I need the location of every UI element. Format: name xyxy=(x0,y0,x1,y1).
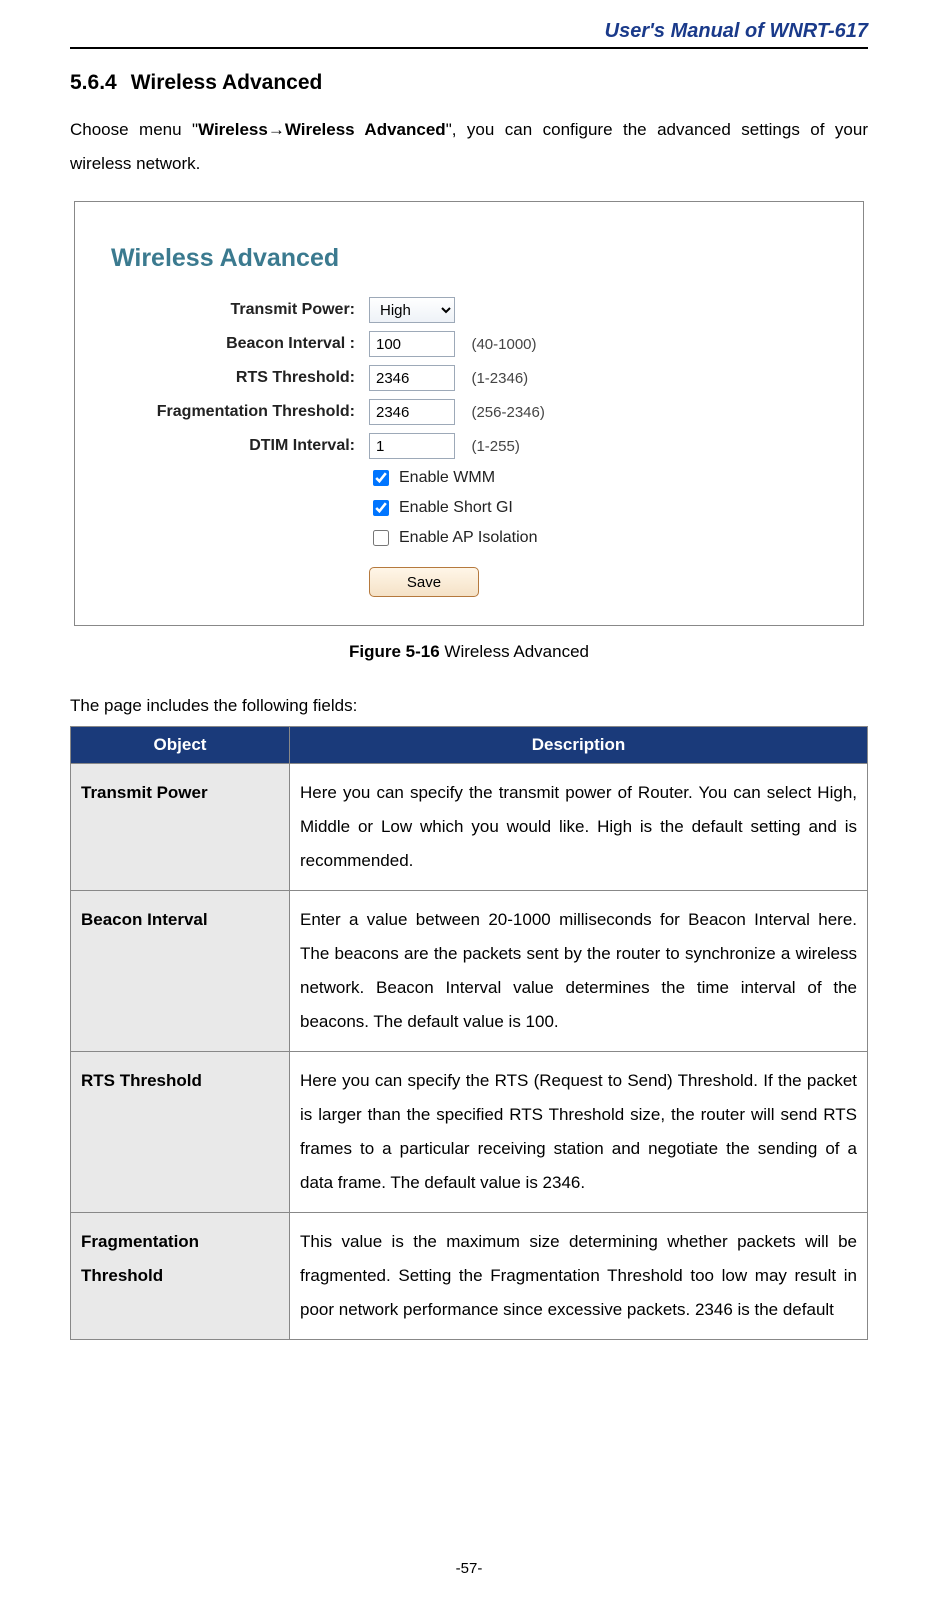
label-rts-threshold: RTS Threshold: xyxy=(111,369,369,387)
label-transmit-power: Transmit Power: xyxy=(111,301,369,319)
table-row: Beacon Interval Enter a value between 20… xyxy=(71,891,868,1052)
figure-text: Wireless Advanced xyxy=(440,642,589,661)
check-label-ap-isolation: Enable AP Isolation xyxy=(399,529,537,547)
intro-pre: Choose menu " xyxy=(70,120,198,139)
cell-object: RTS Threshold xyxy=(71,1052,290,1213)
cell-object: Beacon Interval xyxy=(71,891,290,1052)
running-header: User's Manual of WNRT-617 xyxy=(70,20,868,49)
label-dtim-interval: DTIM Interval: xyxy=(111,437,369,455)
section-heading: 5.6.4 Wireless Advanced xyxy=(70,71,868,95)
cell-description: This value is the maximum size determini… xyxy=(290,1213,868,1340)
hint-rts-threshold: (1-2346) xyxy=(471,370,528,387)
description-table: Object Description Transmit Power Here y… xyxy=(70,726,868,1340)
check-row-wmm: Enable WMM xyxy=(369,467,827,489)
row-beacon-interval: Beacon Interval : (40-1000) xyxy=(111,331,827,357)
cell-object: Fragmentation Threshold xyxy=(71,1213,290,1340)
check-row-ap-isolation: Enable AP Isolation xyxy=(369,527,827,549)
intro-menu-path: Wireless→Wireless Advanced xyxy=(198,120,446,139)
table-row: Transmit Power Here you can specify the … xyxy=(71,764,868,891)
input-frag-threshold[interactable] xyxy=(369,399,455,425)
checkbox-ap-isolation[interactable] xyxy=(373,530,389,546)
checkbox-short-gi[interactable] xyxy=(373,500,389,516)
select-transmit-power[interactable]: High xyxy=(369,297,455,323)
label-frag-threshold: Fragmentation Threshold: xyxy=(111,403,369,421)
row-rts-threshold: RTS Threshold: (1-2346) xyxy=(111,365,827,391)
figure-caption: Figure 5-16 Wireless Advanced xyxy=(70,642,868,662)
hint-beacon-interval: (40-1000) xyxy=(471,336,536,353)
th-object: Object xyxy=(71,727,290,764)
checkbox-wmm[interactable] xyxy=(373,470,389,486)
row-dtim-interval: DTIM Interval: (1-255) xyxy=(111,433,827,459)
input-beacon-interval[interactable] xyxy=(369,331,455,357)
cell-description: Enter a value between 20-1000 millisecon… xyxy=(290,891,868,1052)
cell-description: Here you can specify the transmit power … xyxy=(290,764,868,891)
hint-frag-threshold: (256-2346) xyxy=(471,404,544,421)
input-dtim-interval[interactable] xyxy=(369,433,455,459)
screenshot-panel: Wireless Advanced Transmit Power: High B… xyxy=(74,201,864,626)
panel-title: Wireless Advanced xyxy=(111,244,827,273)
figure-number: Figure 5-16 xyxy=(349,642,440,661)
table-row: RTS Threshold Here you can specify the R… xyxy=(71,1052,868,1213)
table-row: Fragmentation Threshold This value is th… xyxy=(71,1213,868,1340)
cell-object: Transmit Power xyxy=(71,764,290,891)
intro-paragraph: Choose menu "Wireless→Wireless Advanced"… xyxy=(70,113,868,181)
input-rts-threshold[interactable] xyxy=(369,365,455,391)
label-beacon-interval: Beacon Interval : xyxy=(111,335,369,353)
cell-description: Here you can specify the RTS (Request to… xyxy=(290,1052,868,1213)
hint-dtim-interval: (1-255) xyxy=(471,438,519,455)
save-button[interactable]: Save xyxy=(369,567,479,597)
check-label-wmm: Enable WMM xyxy=(399,469,495,487)
fields-intro: The page includes the following fields: xyxy=(70,696,868,716)
row-frag-threshold: Fragmentation Threshold: (256-2346) xyxy=(111,399,827,425)
check-row-short-gi: Enable Short GI xyxy=(369,497,827,519)
row-transmit-power: Transmit Power: High xyxy=(111,297,827,323)
page-number: -57- xyxy=(0,1560,938,1577)
th-description: Description xyxy=(290,727,868,764)
check-label-short-gi: Enable Short GI xyxy=(399,499,513,517)
section-number: 5.6.4 xyxy=(70,71,117,94)
section-title: Wireless Advanced xyxy=(131,71,323,94)
